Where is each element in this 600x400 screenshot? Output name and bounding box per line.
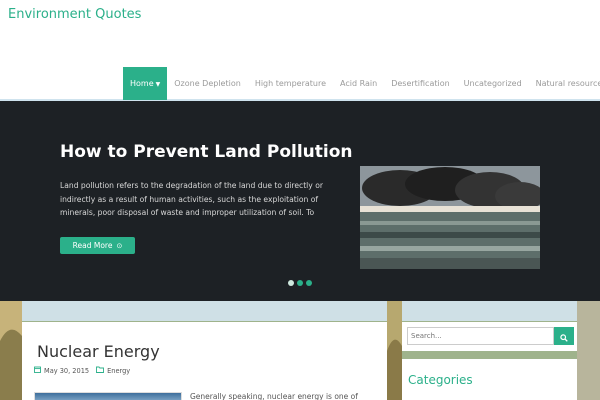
nav-item-desertification[interactable]: Desertification [384,67,456,100]
nav-item-acid-rain[interactable]: Acid Rain [333,67,384,100]
post-thumbnail[interactable] [34,392,182,400]
nav-item-label: Home [130,79,154,88]
categories-widget: Categories [402,359,577,400]
post-date[interactable]: May 30, 2015 [44,367,89,375]
arrow-circle-icon: ⊙ [116,242,123,250]
nav-item-uncategorized[interactable]: Uncategorized [457,67,529,100]
read-more-label: Read More [72,241,113,250]
nav-item-natural-resources[interactable]: Natural resources [529,67,600,100]
search-input[interactable] [407,327,554,345]
slide-title[interactable]: How to Prevent Land Pollution [60,142,353,162]
post-card: Nuclear Energy May 30, 2015 Energy Gener… [22,322,387,400]
slide-excerpt: Land pollution refers to the degradation… [60,181,323,217]
slider-dot[interactable] [306,280,312,286]
post-title[interactable]: Nuclear Energy [37,342,160,361]
main-content: Nuclear Energy May 30, 2015 Energy Gener… [0,301,600,400]
calendar-icon [34,366,41,375]
nav-item-home[interactable]: Home ▼ [123,67,168,100]
search-widget [402,322,577,351]
categories-title: Categories [408,373,473,387]
search-button[interactable] [554,327,574,345]
chevron-down-icon: ▼ [155,81,161,88]
post-meta: May 30, 2015 Energy [34,366,130,375]
slide-image[interactable] [360,166,540,269]
featured-slider: How to Prevent Land Pollution Land pollu… [0,101,600,301]
nav-item-high-temperature[interactable]: High temperature [248,67,333,100]
slider-dot[interactable] [288,280,294,286]
read-more-button[interactable]: Read More ⊙ [60,237,135,254]
site-title[interactable]: Environment Quotes [8,7,141,22]
site-header: Environment Quotes Home ▼ Ozone Depletion… [0,0,600,101]
post-excerpt: Generally speaking, nuclear energy is on… [190,392,358,400]
nav-item-ozone-depletion[interactable]: Ozone Depletion [167,67,248,100]
post-category[interactable]: Energy [107,367,130,375]
folder-icon [96,366,105,375]
main-nav: Home ▼ Ozone Depletion High temperature A… [123,67,600,100]
slider-dots [288,280,312,286]
slider-dot[interactable] [297,280,303,286]
search-icon [560,327,568,346]
